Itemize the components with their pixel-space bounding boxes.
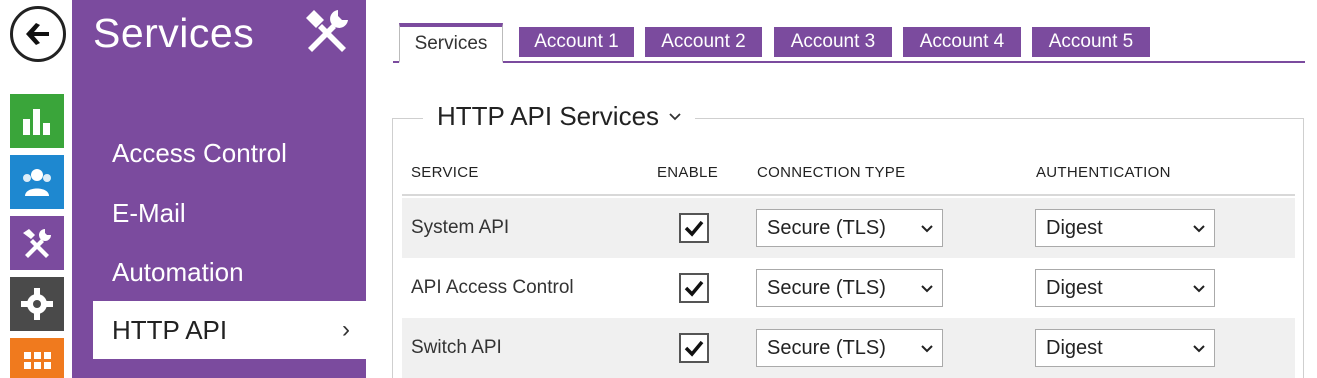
checkmark-icon: [684, 220, 704, 237]
table-row: Switch API Secure (TLS) Digest: [402, 318, 1295, 378]
connection-type-value: Secure (TLS): [767, 216, 886, 239]
system-grid-icon: [24, 352, 51, 369]
section-title-text: HTTP API Services: [437, 101, 660, 131]
sidebar-title: Services: [93, 10, 255, 56]
tab-bar: Services Account 1 Account 2 Account 3 A…: [393, 0, 1305, 63]
authentication-select[interactable]: Digest: [1035, 329, 1215, 367]
header-divider: [402, 194, 1295, 196]
sidebar-item-access-control[interactable]: Access Control: [93, 124, 366, 182]
connection-type-value: Secure (TLS): [767, 336, 886, 359]
authentication-value: Digest: [1046, 276, 1103, 299]
chevron-down-icon: [669, 112, 681, 120]
sidebar-item-email[interactable]: E-Mail: [93, 184, 366, 242]
connection-type-select[interactable]: Secure (TLS): [756, 209, 943, 247]
rail-hardware[interactable]: [10, 277, 64, 331]
authentication-select[interactable]: Digest: [1035, 269, 1215, 307]
authentication-value: Digest: [1046, 336, 1103, 359]
app-rail: [0, 0, 72, 378]
tab-account-1[interactable]: Account 1: [519, 27, 634, 57]
column-header-connection-type: CONNECTION TYPE: [757, 164, 906, 181]
column-header-enable: ENABLE: [657, 164, 718, 181]
chevron-right-icon: ›: [342, 316, 350, 343]
sidebar-item-automation[interactable]: Automation: [93, 243, 366, 301]
checkmark-icon: [684, 340, 704, 357]
checkmark-icon: [684, 280, 704, 297]
tab-account-3[interactable]: Account 3: [774, 27, 892, 57]
tab-services[interactable]: Services: [399, 23, 503, 63]
table-row: API Access Control Secure (TLS) Digest: [402, 258, 1295, 318]
chevron-down-icon: [1193, 285, 1205, 293]
rail-system[interactable]: [10, 338, 64, 378]
enable-checkbox[interactable]: [679, 333, 709, 363]
rail-status[interactable]: [10, 94, 64, 148]
hardware-gear-icon: [21, 288, 53, 320]
status-chart-icon: [23, 109, 50, 135]
table-row: System API Secure (TLS) Digest: [402, 198, 1295, 258]
chevron-down-icon: [1193, 345, 1205, 353]
column-header-authentication: AUTHENTICATION: [1036, 164, 1171, 181]
back-arrow-icon: [26, 23, 49, 45]
directory-users-icon: [23, 169, 51, 196]
connection-type-value: Secure (TLS): [767, 276, 886, 299]
sidebar-item-label: HTTP API: [112, 314, 228, 345]
connection-type-select[interactable]: Secure (TLS): [756, 269, 943, 307]
service-name: System API: [411, 217, 510, 238]
back-button[interactable]: [10, 6, 66, 62]
column-header-service: SERVICE: [411, 164, 479, 181]
authentication-select[interactable]: Digest: [1035, 209, 1215, 247]
enable-checkbox[interactable]: [679, 213, 709, 243]
tools-icon: [306, 10, 348, 52]
tab-account-2[interactable]: Account 2: [645, 27, 762, 57]
side-navigation: Services Access Control E-Mail Automatio…: [72, 0, 366, 378]
chevron-down-icon: [1193, 225, 1205, 233]
rail-directory[interactable]: [10, 155, 64, 209]
chevron-down-icon: [921, 345, 933, 353]
connection-type-select[interactable]: Secure (TLS): [756, 329, 943, 367]
section-title[interactable]: HTTP API Services: [423, 101, 696, 132]
chevron-down-icon: [921, 285, 933, 293]
authentication-value: Digest: [1046, 216, 1103, 239]
tab-account-5[interactable]: Account 5: [1032, 27, 1150, 57]
service-name: API Access Control: [411, 277, 574, 298]
services-tools-icon: [23, 229, 51, 258]
rail-services[interactable]: [10, 216, 64, 270]
chevron-down-icon: [921, 225, 933, 233]
enable-checkbox[interactable]: [679, 273, 709, 303]
service-name: Switch API: [411, 337, 502, 358]
sidebar-item-http-api[interactable]: HTTP API ›: [93, 301, 366, 359]
tab-account-4[interactable]: Account 4: [903, 27, 1021, 57]
